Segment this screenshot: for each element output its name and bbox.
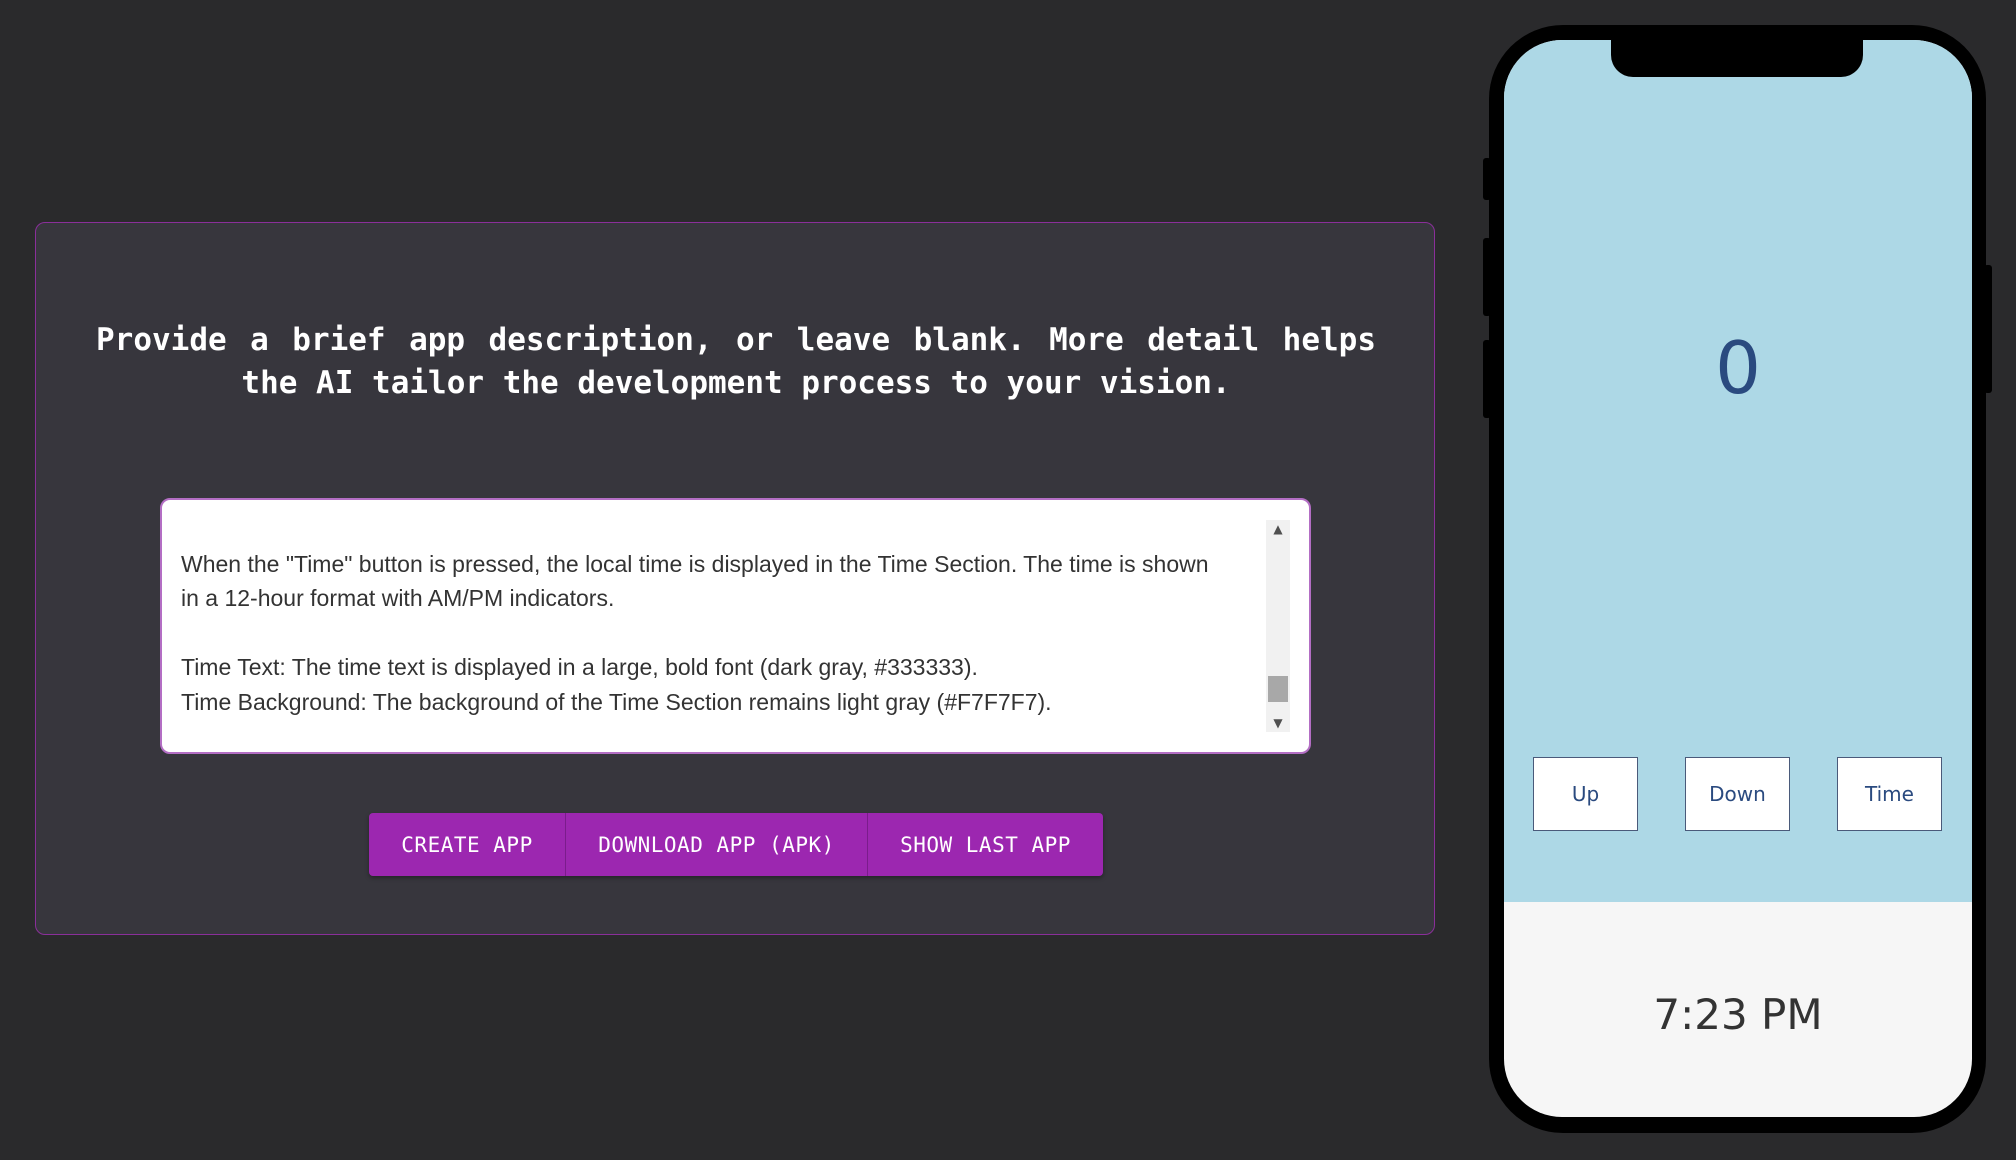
phone-volume-up-button xyxy=(1483,238,1491,316)
description-text[interactable]: When the "Time" button is pressed, the l… xyxy=(181,512,1231,734)
down-button[interactable]: Down xyxy=(1685,757,1790,831)
counter-value: 0 xyxy=(1715,326,1761,410)
description-scrollbar[interactable]: ▲ ▼ xyxy=(1266,520,1290,732)
show-last-app-button[interactable]: SHOW LAST APP xyxy=(867,813,1103,876)
time-button[interactable]: Time xyxy=(1837,757,1942,831)
create-app-button[interactable]: CREATE APP xyxy=(369,813,565,876)
phone-notch xyxy=(1611,40,1863,77)
scroll-up-arrow-icon[interactable]: ▲ xyxy=(1266,520,1290,538)
download-app-button[interactable]: DOWNLOAD APP (APK) xyxy=(565,813,867,876)
action-button-group: CREATE APP DOWNLOAD APP (APK) SHOW LAST … xyxy=(369,813,1103,876)
prompt-heading: Provide a brief app description, or leav… xyxy=(96,322,1376,401)
scroll-down-arrow-icon[interactable]: ▼ xyxy=(1266,714,1290,732)
description-panel: Provide a brief app description, or leav… xyxy=(35,222,1435,935)
description-textarea[interactable]: When the "Time" button is pressed, the l… xyxy=(160,498,1311,754)
scroll-thumb[interactable] xyxy=(1268,676,1288,702)
counter-section: 0 Up Down Time xyxy=(1504,40,1972,902)
phone-screen: 0 Up Down Time 7:23 PM xyxy=(1504,40,1972,1117)
time-display: 7:23 PM xyxy=(1653,990,1823,1039)
phone-mute-switch xyxy=(1483,158,1491,200)
up-button[interactable]: Up xyxy=(1533,757,1638,831)
phone-power-button xyxy=(1984,265,1992,393)
phone-volume-down-button xyxy=(1483,340,1491,418)
app-builder-page: Provide a brief app description, or leav… xyxy=(0,0,2016,1160)
